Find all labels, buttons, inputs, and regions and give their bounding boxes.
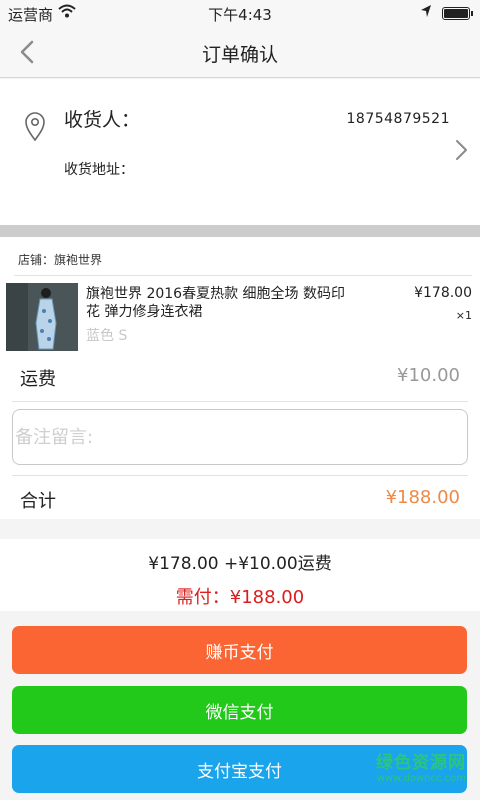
shipping-fee: ¥10.00 xyxy=(397,365,460,386)
location-arrow-icon xyxy=(420,4,432,22)
price-breakdown: ¥178.00 +¥10.00运费 xyxy=(148,554,332,574)
remark-input[interactable] xyxy=(12,409,468,465)
payment-summary: ¥178.00 +¥10.00运费 需付：¥188.00 xyxy=(0,539,480,611)
page-title: 订单确认 xyxy=(201,44,278,66)
divider xyxy=(12,475,468,476)
product-thumbnail[interactable] xyxy=(6,283,78,351)
location-pin-icon xyxy=(24,112,46,142)
receiver-label: 收货人： xyxy=(64,109,141,131)
chevron-right-icon xyxy=(452,137,470,163)
status-time: 下午4:43 xyxy=(208,6,272,24)
battery-icon xyxy=(442,7,473,20)
section-divider xyxy=(0,225,480,237)
product-price: ¥178.00 xyxy=(414,285,472,301)
nav-bar: 订单确认 xyxy=(0,26,480,78)
receiver-phone: 18754879521 xyxy=(346,111,450,127)
shipping-label: 运费 xyxy=(20,369,56,390)
coin-pay-button[interactable]: 赚币支付 xyxy=(12,626,467,674)
wechat-pay-button[interactable]: 微信支付 xyxy=(12,686,467,734)
status-bar: 运营商 下午4:43 xyxy=(0,0,480,26)
amount-due: 需付：¥188.00 xyxy=(175,587,305,608)
address-label: 收货地址： xyxy=(64,162,134,178)
divider xyxy=(14,275,472,276)
shop-name: 店铺：旗袍世界 xyxy=(18,253,103,267)
product-variant: 蓝色 S xyxy=(86,328,128,344)
shipping-address-card[interactable]: 收货人： 18754879521 收货地址： xyxy=(0,79,480,225)
alipay-button[interactable]: 支付宝支付 xyxy=(12,745,467,793)
product-name[interactable]: 旗袍世界 2016春夏热款 细胞全场 数码印花 弹力修身连衣裙 xyxy=(86,285,348,321)
total-label: 合计 xyxy=(20,491,56,512)
total-amount: ¥188.00 xyxy=(385,487,460,508)
divider xyxy=(12,401,468,402)
product-quantity: ×1 xyxy=(455,309,472,322)
order-card: 店铺：旗袍世界 旗袍世界 2016春夏热款 细胞全场 数码印花 弹力修身连衣裙 … xyxy=(0,237,480,519)
